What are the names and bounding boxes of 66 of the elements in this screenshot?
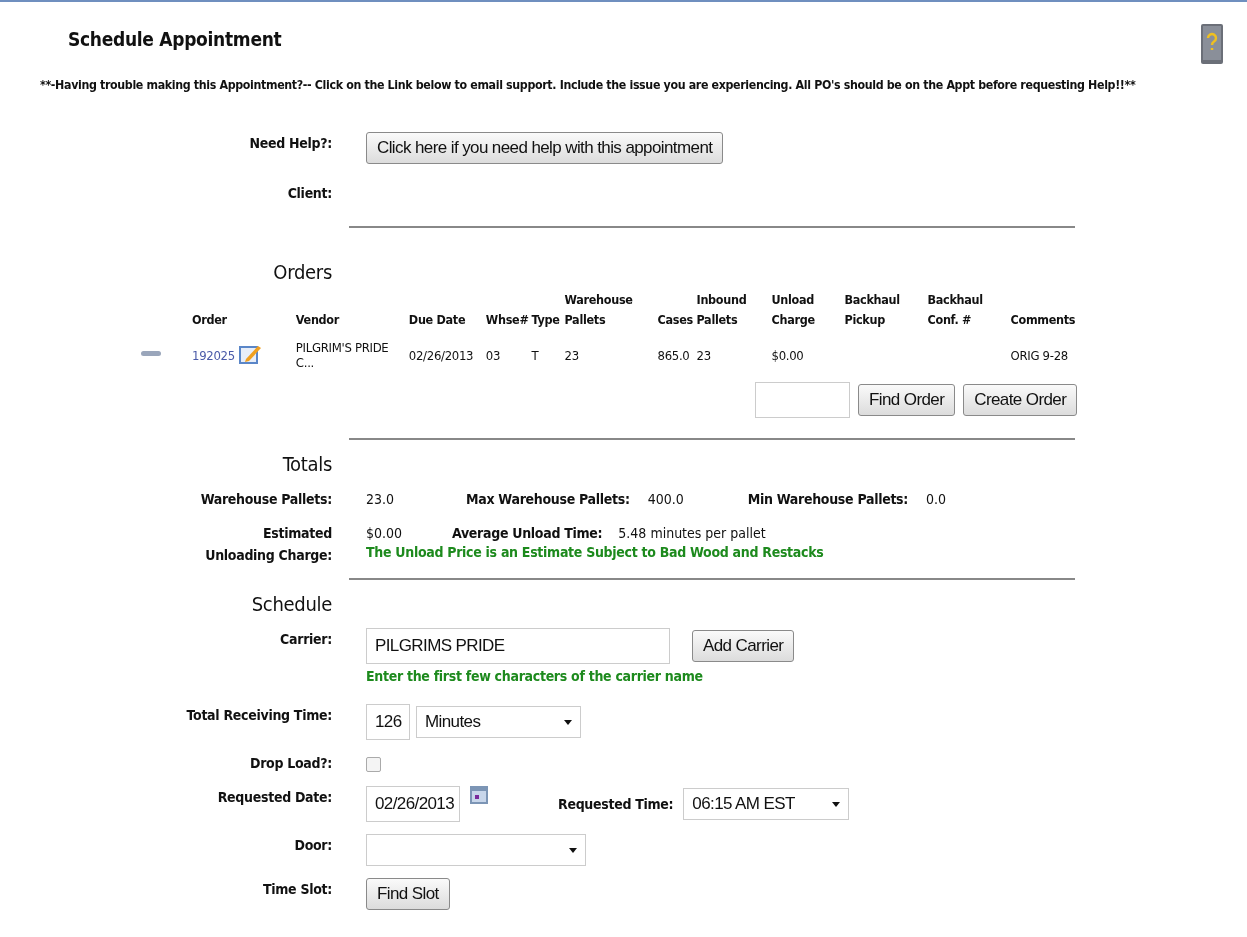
field-label: Carrier:: [279, 630, 332, 649]
carrier-field[interactable]: PILGRIMS PRIDE: [366, 628, 670, 664]
drop-load-checkbox[interactable]: [366, 757, 381, 772]
find-order-button[interactable]: Find Order: [858, 384, 956, 416]
field-label: Client:: [286, 184, 332, 203]
help-message: **-Having trouble making this Appointment?-- Click on the Link below to email support. Include the issue you are experiencing. All PO's should be on the Appt before requesting Help!!**: [39, 77, 1137, 92]
field-label: Min Warehouse Pallets:: [747, 490, 909, 509]
column-header: Type: [531, 284, 565, 330]
create-order-button[interactable]: Create Order: [963, 384, 1078, 416]
section-heading: Schedule: [250, 592, 332, 616]
add-carrier-button[interactable]: Add Carrier: [692, 630, 795, 662]
column-header: Due Date: [408, 284, 486, 330]
field-label: Warehouse Pallets:: [199, 490, 332, 509]
field-label: Time Slot:: [261, 880, 332, 899]
table-cell: PILGRIM'S PRIDE C...: [295, 330, 409, 380]
field-value: 0.0: [926, 491, 947, 507]
column-header: Backhaul Pickup: [844, 284, 928, 330]
section-heading: Orders: [272, 260, 332, 284]
calendar-icon[interactable]: [470, 786, 488, 804]
table-cell: 02/26/2013: [408, 330, 486, 380]
table-cell-text: ORIG 9-28: [1010, 346, 1069, 365]
field-label: Need Help?:: [248, 134, 332, 153]
table-cell-text: $0.00: [771, 346, 805, 365]
field-label: Average Unload Time:: [452, 524, 603, 543]
requested-date-field[interactable]: 02/26/2013: [366, 786, 460, 822]
column-header: Comments: [1010, 311, 1077, 329]
receiving-time-field[interactable]: 126: [366, 704, 410, 740]
field-label: Requested Date:: [216, 788, 332, 807]
column-header: Cases: [657, 284, 697, 330]
requested-time-select[interactable]: 06:15 AM EST: [683, 788, 850, 820]
field-label: Drop Load?:: [249, 754, 332, 773]
table-cell: 865.0: [657, 330, 697, 380]
order-search-field[interactable]: [755, 382, 850, 418]
field-label: Estimated Unloading Charge:: [204, 524, 332, 565]
column-header: Order: [192, 311, 228, 329]
column-header: Warehouse Pallets: [564, 284, 658, 330]
order-link[interactable]: 192025: [192, 347, 235, 363]
column-header: Backhaul Conf. #: [927, 284, 1011, 330]
table-cell: 03: [485, 330, 532, 380]
column-header: Inbound Pallets: [696, 284, 772, 330]
carrier-hint: Enter the first few characters of the carrier name: [366, 668, 704, 684]
column-header: Unload Charge: [771, 284, 845, 330]
field-value: $0.00: [366, 524, 404, 543]
dropdown-caret-icon: [564, 719, 572, 725]
section-heading: Totals: [281, 452, 332, 476]
table-cell: 23: [696, 330, 772, 380]
table-cell: T: [531, 330, 565, 380]
field-value: 400.0: [647, 491, 685, 507]
field-label: Max Warehouse Pallets:: [466, 490, 630, 509]
column-header: Vendor: [295, 284, 409, 330]
dropdown-caret-icon: [832, 801, 841, 807]
field-value: 5.48 minutes per pallet: [618, 525, 766, 541]
table-cell: 23: [564, 330, 658, 380]
unload-price-note: The Unload Price is an Estimate Subject to Bad Wood and Restacks: [366, 544, 825, 560]
time-unit-select[interactable]: Minutes: [416, 706, 581, 738]
field-label: Requested Time:: [558, 795, 674, 814]
dropdown-caret-icon: [569, 847, 577, 853]
page-title: Schedule Appointment: [68, 28, 282, 50]
find-slot-button[interactable]: Find Slot: [366, 878, 450, 910]
field-value: 23.0: [366, 491, 396, 507]
help-button[interactable]: Click here if you need help with this appointment: [366, 132, 724, 164]
door-select[interactable]: [366, 834, 586, 866]
field-label: Total Receiving Time:: [185, 706, 332, 725]
field-label: Door:: [293, 836, 332, 855]
help-book-icon[interactable]: [1199, 22, 1225, 66]
column-header: Whse#: [485, 284, 532, 330]
